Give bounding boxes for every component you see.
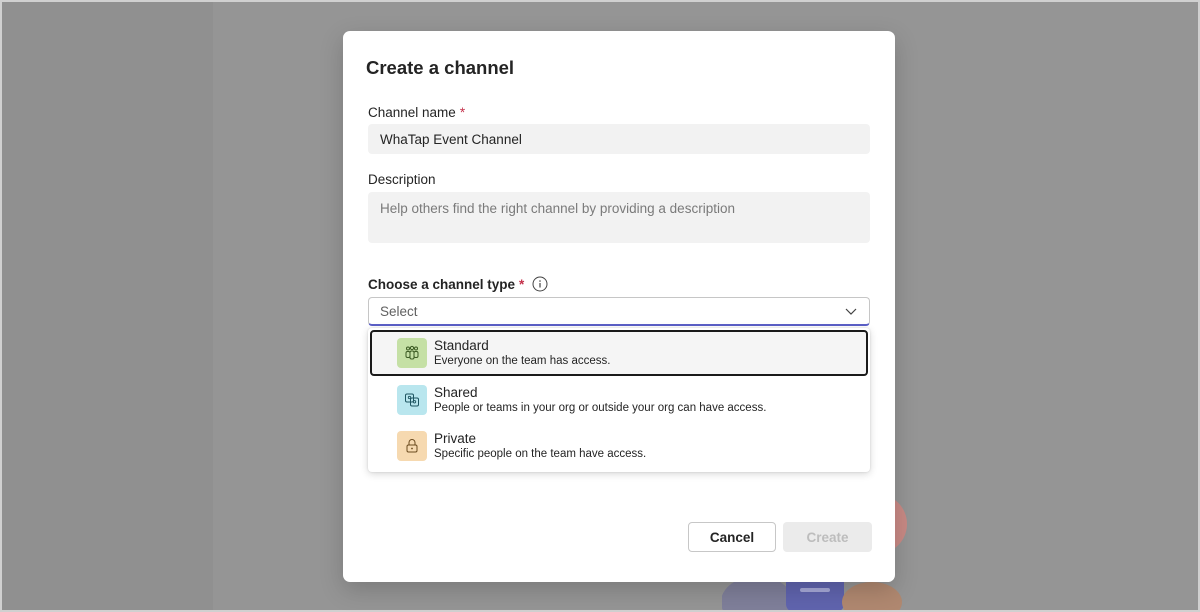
option-description: Specific people on the team have access.: [434, 448, 647, 460]
option-title: Shared: [434, 385, 478, 400]
channel-type-listbox: Standard Everyone on the team has access…: [368, 328, 870, 472]
channel-name-label-text: Channel name: [368, 105, 456, 120]
team-icon: [397, 338, 427, 368]
backdrop-left-pane: [0, 0, 213, 612]
channel-name-input[interactable]: WhaTap Event Channel: [368, 124, 870, 154]
description-label: Description: [368, 172, 436, 187]
cancel-button[interactable]: Cancel: [688, 522, 776, 552]
channel-name-label: Channel name *: [368, 105, 465, 120]
info-icon[interactable]: [532, 276, 548, 292]
lock-icon: [397, 431, 427, 461]
create-channel-dialog: Create a channel Channel name * WhaTap Ev…: [343, 31, 895, 582]
option-description: Everyone on the team has access.: [434, 355, 611, 367]
option-title: Private: [434, 431, 477, 446]
option-shared-text: Shared People or teams in your org or ou…: [434, 384, 766, 416]
option-standard[interactable]: Standard Everyone on the team has access…: [370, 330, 868, 376]
shared-icon: [397, 385, 427, 415]
select-placeholder: Select: [380, 303, 418, 319]
option-shared[interactable]: Shared People or teams in your org or ou…: [370, 377, 868, 423]
create-button[interactable]: Create: [783, 522, 872, 552]
option-standard-text: Standard Everyone on the team has access…: [434, 337, 610, 369]
required-marker: *: [519, 276, 525, 292]
channel-type-label-text: Choose a channel type: [368, 276, 516, 292]
description-input[interactable]: Help others find the right channel by pr…: [368, 192, 870, 243]
chevron-down-icon: [845, 308, 857, 315]
required-marker: *: [459, 105, 466, 120]
option-title: Standard: [434, 338, 489, 353]
option-description: People or teams in your org or outside y…: [434, 402, 767, 414]
channel-type-select[interactable]: Select: [368, 297, 870, 326]
dialog-title: Create a channel: [366, 57, 515, 78]
option-private[interactable]: Private Specific people on the team have…: [370, 423, 868, 469]
channel-type-label: Choose a channel type *: [368, 276, 548, 292]
option-private-text: Private Specific people on the team have…: [434, 430, 646, 462]
